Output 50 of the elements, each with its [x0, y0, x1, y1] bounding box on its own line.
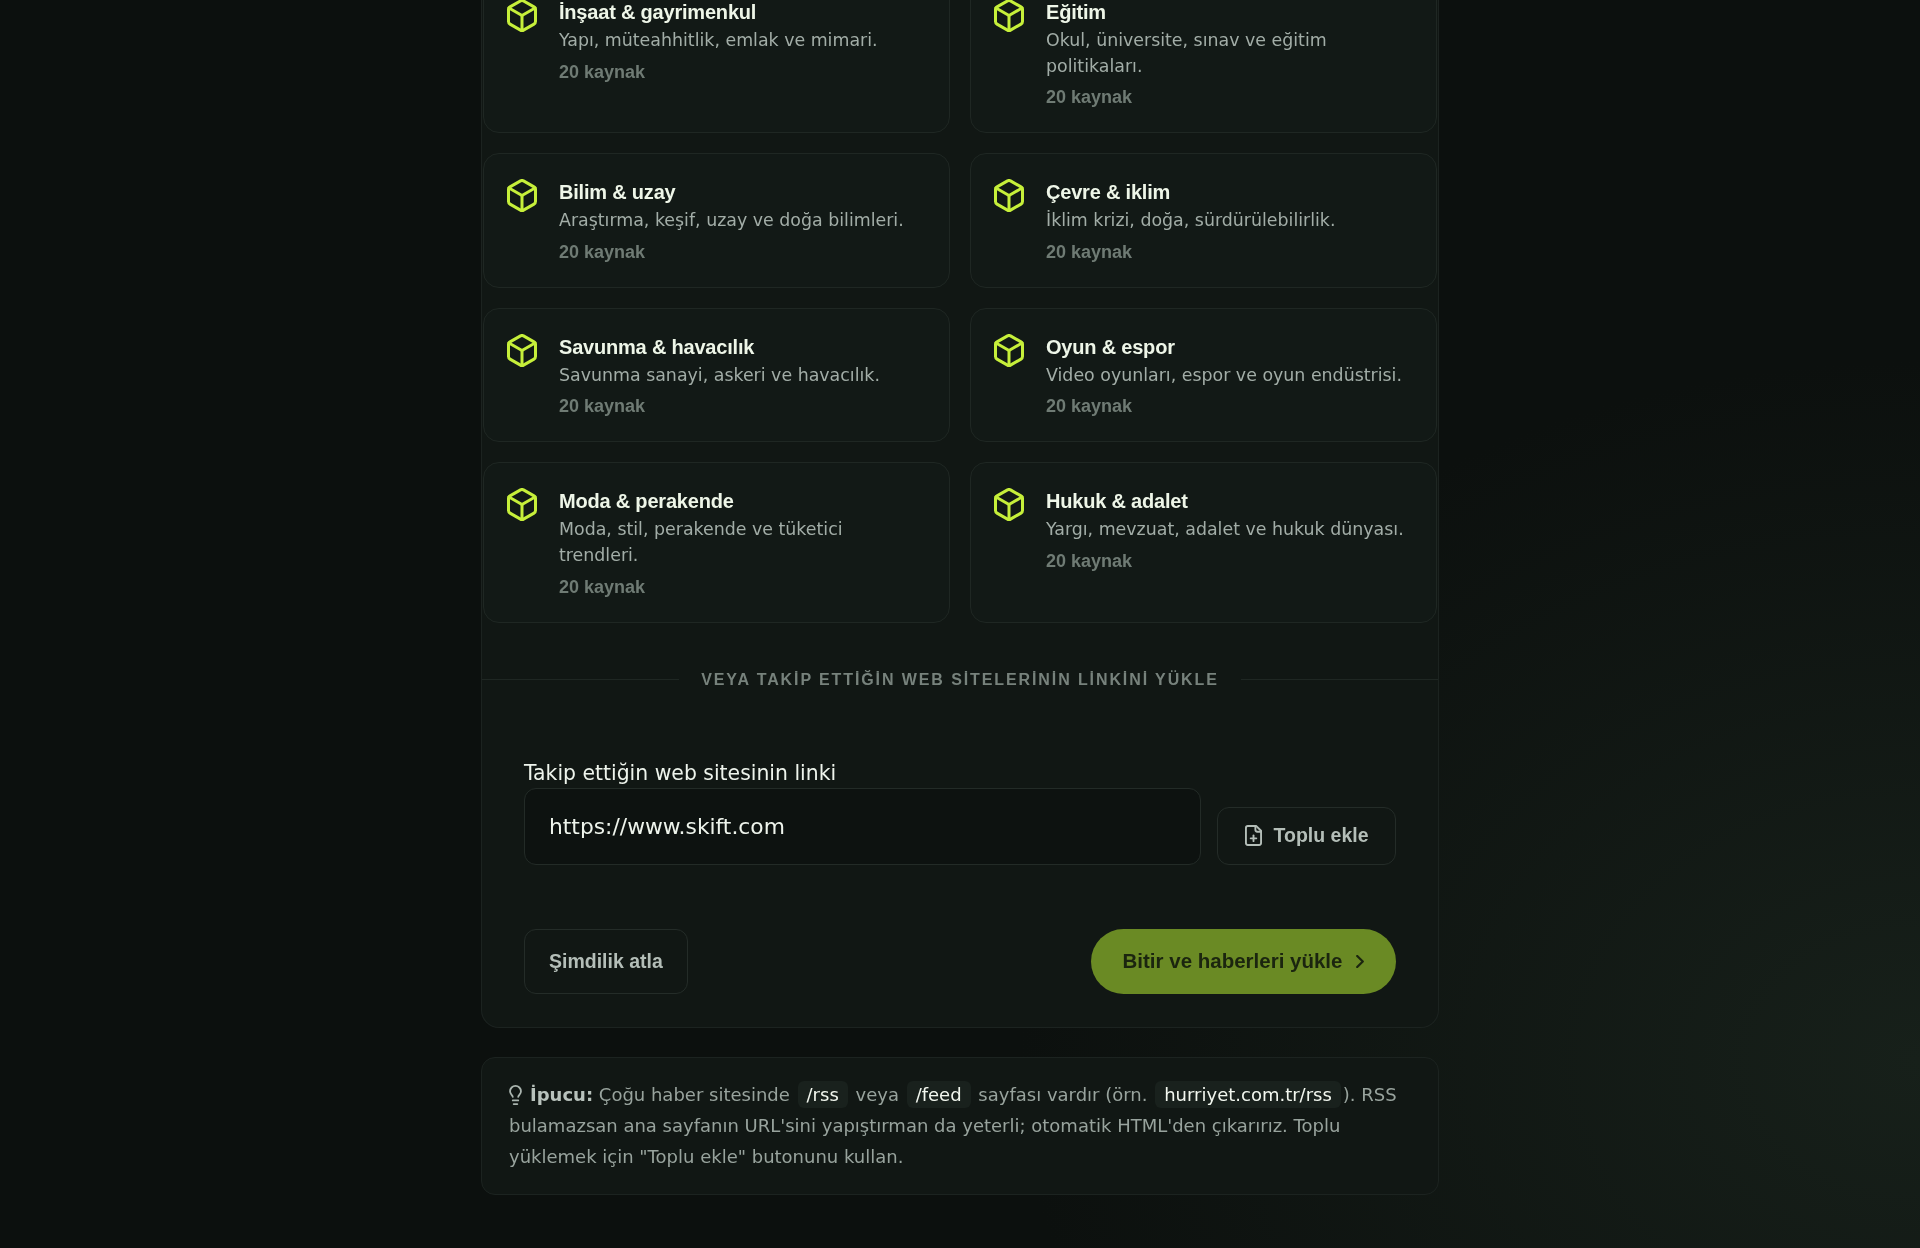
file-plus-icon: [1244, 825, 1262, 847]
source-count: 20 kaynak: [1046, 395, 1134, 419]
category-description: Okul, üniversite, sınav ve eğitim politikaları.: [1046, 29, 1328, 78]
category-description: Yapı, müteahhitlik, emlak ve mimari.: [559, 29, 878, 52]
source-count: 20 kaynak: [559, 395, 647, 419]
lightbulb-icon: [509, 1084, 522, 1105]
category-card[interactable]: Çevre & iklim İklim krizi, doğa, sürdürülebilirlik. 20 kaynak: [970, 153, 1437, 288]
url-field-label: Takip ettiğin web sitesinin linki: [524, 760, 838, 785]
category-title: Bilim & uzay: [559, 180, 677, 206]
cube-icon: [994, 0, 1024, 32]
category-description: Yargı, mevzuat, adalet ve hukuk dünyası.: [1046, 518, 1404, 542]
source-count: 20 kaynak: [559, 240, 647, 264]
category-card[interactable]: Hukuk & adalet Yargı, mevzuat, adalet ve hukuk dünyası. 20 kaynak: [970, 462, 1437, 623]
cube-icon: [507, 333, 537, 367]
category-title: Savunma & havacılık: [559, 334, 756, 360]
category-card[interactable]: İnşaat & gayrimenkul Yapı, müteahhitlik, emlak ve mimari. 20 kaynak: [483, 0, 950, 134]
category-title: Hukuk & adalet: [1046, 489, 1189, 515]
category-description: Savunma sanayi, askeri ve havacılık.: [559, 363, 880, 387]
source-count: 20 kaynak: [559, 60, 647, 84]
category-card[interactable]: Eğitim Okul, üniversite, sınav ve eğitim politikaları. 20 kaynak: [970, 0, 1437, 134]
bulk-add-button[interactable]: Toplu ekle: [1217, 806, 1396, 865]
category-title: Moda & perakende: [559, 489, 735, 515]
category-description: Video oyunları, espor ve oyun endüstrisi.: [1046, 363, 1402, 387]
category-title: Oyun & espor: [1046, 334, 1176, 360]
cube-icon: [994, 488, 1024, 522]
category-title: Eğitim: [1046, 0, 1107, 25]
category-title: Çevre & iklim: [1046, 180, 1172, 206]
source-count: 20 kaynak: [1046, 86, 1134, 110]
cube-icon: [994, 333, 1024, 367]
category-card[interactable]: Moda & perakende Moda, stil, perakende ve tüketici trendleri. 20 kaynak: [483, 462, 950, 623]
chevron-right-icon: [1356, 954, 1365, 968]
source-count: 20 kaynak: [1046, 549, 1134, 573]
section-divider-label: VEYA TAKİP ETTİĞİN WEB SİTELERİNİN LİNKİNİ YÜKLE: [701, 669, 1219, 690]
category-card[interactable]: Savunma & havacılık Savunma sanayi, askeri ve havacılık. 20 kaynak: [483, 307, 950, 443]
category-description: Moda, stil, perakende ve tüketici trendleri.: [559, 518, 844, 567]
category-title: İnşaat & gayrimenkul: [559, 0, 758, 25]
category-card[interactable]: Bilim & uzay Araştırma, keşif, uzay ve doğa bilimleri. 20 kaynak: [483, 153, 950, 288]
cube-icon: [507, 179, 537, 213]
source-count: 20 kaynak: [559, 575, 647, 599]
cube-icon: [994, 179, 1024, 213]
category-card[interactable]: Oyun & espor Video oyunları, espor ve oyun endüstrisi. 20 kaynak: [970, 307, 1437, 443]
cube-icon: [507, 488, 537, 522]
category-description: Araştırma, keşif, uzay ve doğa bilimleri.: [559, 209, 904, 233]
finish-button[interactable]: Bitir ve haberleri yükle: [1091, 928, 1396, 994]
cube-icon: [507, 0, 537, 32]
url-input[interactable]: https://www.skift.com: [524, 787, 1201, 865]
skip-button[interactable]: Şimdilik atla: [524, 928, 688, 994]
tip-text: İpucu: Çoğu haber sitesinde /rss veya /feed sayfası vardır (örn. hurriyet.com.tr/rss ). RSS bulamazsan ana sayfanın URL'sini yapıştırman da yeterli; otomatik HTML'den çıkarırız. Toplu yüklemek için "Toplu ekle" butonunu kullan.: [509, 1078, 1411, 1172]
category-description: İklim krizi, doğa, sürdürülebilirlik.: [1046, 209, 1336, 233]
source-count: 20 kaynak: [1046, 240, 1134, 264]
